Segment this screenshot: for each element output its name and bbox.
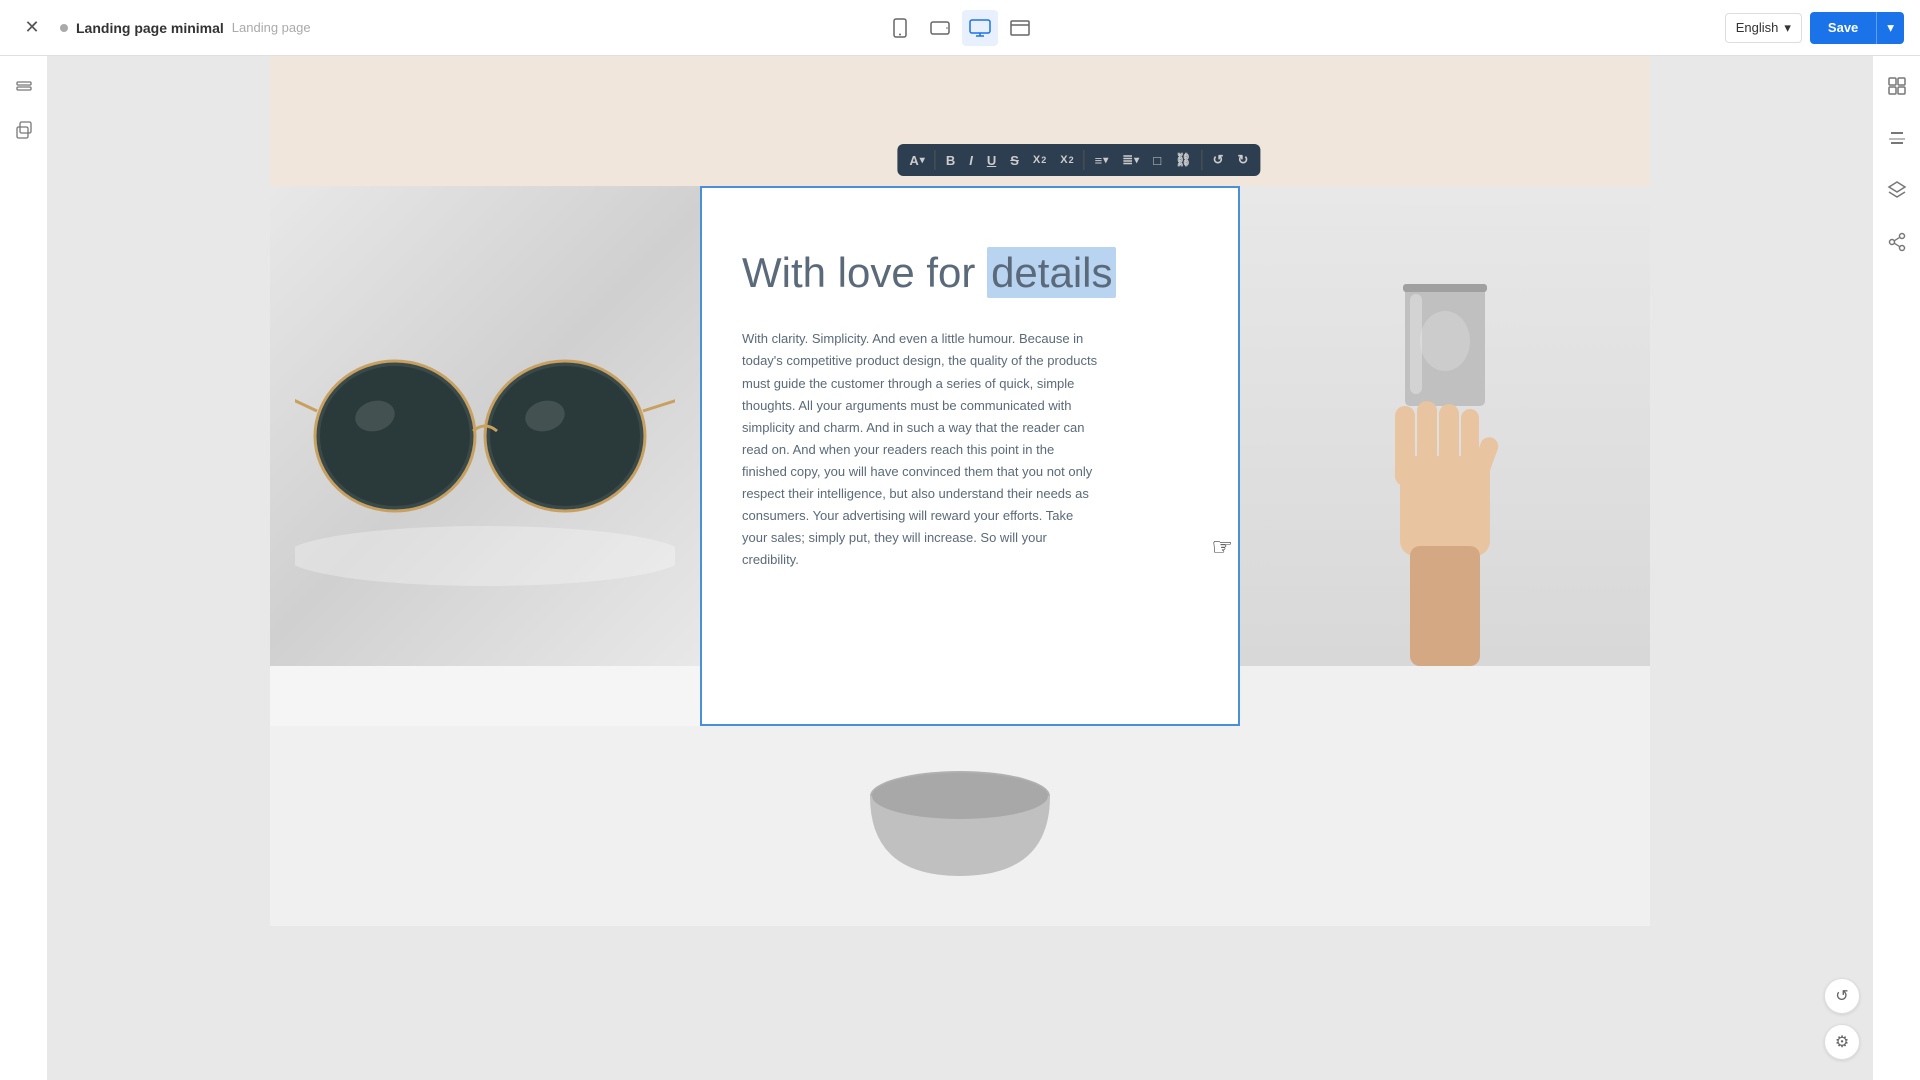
mobile-device-btn[interactable]: [882, 10, 918, 46]
layers-icon[interactable]: [6, 68, 42, 104]
italic-btn[interactable]: I: [963, 149, 979, 172]
page-status-dot: [60, 24, 68, 32]
main-area: A▾ B I U S X2 X2 ≡▾ ≣▾: [0, 56, 1920, 1080]
save-button-group: Save ▾: [1810, 12, 1904, 44]
heading-text: With love for: [742, 249, 987, 296]
bowl-svg: [860, 766, 1060, 886]
page-name: Landing page minimal: [76, 20, 224, 36]
cup-image: [1240, 186, 1650, 666]
layers-panel-icon[interactable]: [1879, 172, 1915, 208]
bottom-section: [270, 726, 1650, 926]
fullscreen-device-btn[interactable]: [1002, 10, 1038, 46]
main-heading: With love for details: [742, 248, 1198, 298]
desktop-device-btn[interactable]: [962, 10, 998, 46]
bold-btn[interactable]: B: [940, 149, 961, 172]
body-paragraph: With clarity. Simplicity. And even a lit…: [742, 328, 1102, 571]
redo-btn[interactable]: ↻: [1231, 148, 1254, 172]
superscript-btn[interactable]: X2: [1027, 150, 1052, 170]
cup-svg: [1295, 206, 1595, 666]
element-panel-icon[interactable]: [1879, 68, 1915, 104]
design-panel-icon[interactable]: [1879, 120, 1915, 156]
left-image-column: [270, 186, 700, 726]
divider2: [1084, 150, 1085, 170]
link-btn[interactable]: ⛓: [1169, 148, 1198, 172]
page-title-area: Landing page minimal Landing page: [60, 20, 311, 36]
sunglasses-image: [270, 186, 700, 666]
share-panel-icon[interactable]: [1879, 224, 1915, 260]
left-sidebar: [0, 56, 48, 1080]
duplicate-icon[interactable]: [6, 112, 42, 148]
language-label: English: [1736, 20, 1779, 35]
align-btn[interactable]: ≡▾: [1089, 149, 1115, 172]
canvas-area[interactable]: A▾ B I U S X2 X2 ≡▾ ≣▾: [48, 56, 1872, 1080]
page-wrapper: A▾ B I U S X2 X2 ≡▾ ≣▾: [270, 56, 1650, 926]
save-button[interactable]: Save: [1810, 12, 1876, 44]
right-sidebar: [1872, 56, 1920, 1080]
right-image-column: [1240, 186, 1650, 726]
page-type: Landing page: [232, 20, 311, 35]
list-btn[interactable]: ≣▾: [1116, 148, 1145, 172]
box-btn[interactable]: □: [1147, 149, 1167, 172]
top-right-actions: English ▾ Save ▾: [1725, 12, 1904, 44]
undo-btn[interactable]: ↺: [1207, 148, 1230, 172]
subscript-btn[interactable]: X2: [1054, 150, 1079, 170]
save-dropdown-button[interactable]: ▾: [1876, 12, 1904, 44]
language-dropdown[interactable]: English ▾: [1725, 13, 1802, 43]
heading-highlight: details: [987, 247, 1116, 298]
sunglasses-svg: [295, 256, 675, 596]
strikethrough-btn[interactable]: S: [1004, 149, 1025, 172]
undo-float-btn[interactable]: ↺: [1824, 978, 1860, 1014]
content-section: A▾ B I U S X2 X2 ≡▾ ≣▾: [270, 186, 1650, 726]
close-button[interactable]: ✕: [16, 12, 48, 44]
text-toolbar: A▾ B I U S X2 X2 ≡▾ ≣▾: [897, 144, 1260, 176]
settings-float-btn[interactable]: ⚙: [1824, 1024, 1860, 1060]
font-size-btn[interactable]: A▾: [903, 149, 930, 172]
floating-controls: ↺ ⚙: [1824, 978, 1860, 1060]
underline-btn[interactable]: U: [981, 149, 1002, 172]
tablet-device-btn[interactable]: [922, 10, 958, 46]
chevron-down-icon: ▾: [1784, 20, 1791, 36]
divider: [935, 150, 936, 170]
device-switcher: [882, 10, 1038, 46]
top-bar: ✕ Landing page minimal Landing page Engl…: [0, 0, 1920, 56]
divider3: [1202, 150, 1203, 170]
text-content: With love for details With clarity. Simp…: [702, 188, 1238, 611]
text-element[interactable]: A▾ B I U S X2 X2 ≡▾ ≣▾: [700, 186, 1240, 726]
